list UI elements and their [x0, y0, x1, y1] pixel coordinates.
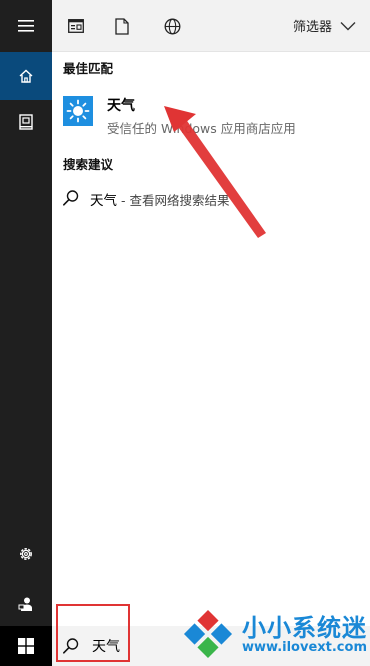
watermark-url: www.ilovext.com: [242, 640, 367, 655]
watermark-title: 小小系统迷: [242, 614, 367, 642]
left-rail: [0, 0, 52, 666]
hamburger-menu-icon: [18, 20, 34, 32]
search-filter-toolbar: 筛选器: [52, 0, 370, 52]
documents-icon: [115, 17, 129, 35]
feedback-button[interactable]: [0, 580, 52, 628]
best-match-heading: 最佳匹配: [63, 61, 114, 76]
app-description: 受信任的 Windows 应用商店应用: [107, 121, 296, 136]
hamburger-menu-button[interactable]: [0, 2, 52, 50]
search-highlight-box: [56, 604, 130, 662]
suggestion-text: 天气 - 查看网络搜索结果: [90, 189, 229, 209]
suggestion-suffix: - 查看网络搜索结果: [117, 193, 230, 208]
notebook-icon: [19, 114, 33, 130]
documents-filter-button[interactable]: [110, 14, 134, 38]
settings-icon: [20, 548, 32, 560]
home-button[interactable]: [0, 52, 52, 100]
start-button[interactable]: [0, 626, 52, 666]
web-icon: [164, 18, 180, 34]
filter-dropdown[interactable]: 筛选器: [293, 16, 356, 35]
weather-sun-icon: [66, 99, 90, 123]
apps-filter-button[interactable]: [64, 14, 88, 38]
weather-app-tile: [63, 96, 93, 126]
chevron-down-icon: [340, 21, 356, 30]
apps-icon: [68, 19, 84, 33]
search-icon: [62, 190, 79, 206]
best-match-result[interactable]: 天气 受信任的 Windows 应用商店应用: [52, 88, 370, 140]
feedback-icon: [18, 597, 32, 611]
windows-logo-icon: [18, 638, 34, 654]
watermark-logo-icon: [183, 609, 233, 659]
web-filter-button[interactable]: [160, 14, 184, 38]
filter-label: 筛选器: [292, 20, 332, 35]
search-suggestions-heading: 搜索建议: [63, 157, 114, 172]
suggestion-item[interactable]: 天气 - 查看网络搜索结果: [52, 184, 370, 214]
settings-button[interactable]: [0, 530, 52, 578]
app-name: 天气: [107, 98, 135, 114]
notebook-button[interactable]: [0, 98, 52, 146]
suggestion-query: 天气: [90, 193, 117, 209]
watermark: 小小系统迷 www.ilovext.com: [178, 606, 368, 664]
home-icon: [19, 69, 33, 83]
